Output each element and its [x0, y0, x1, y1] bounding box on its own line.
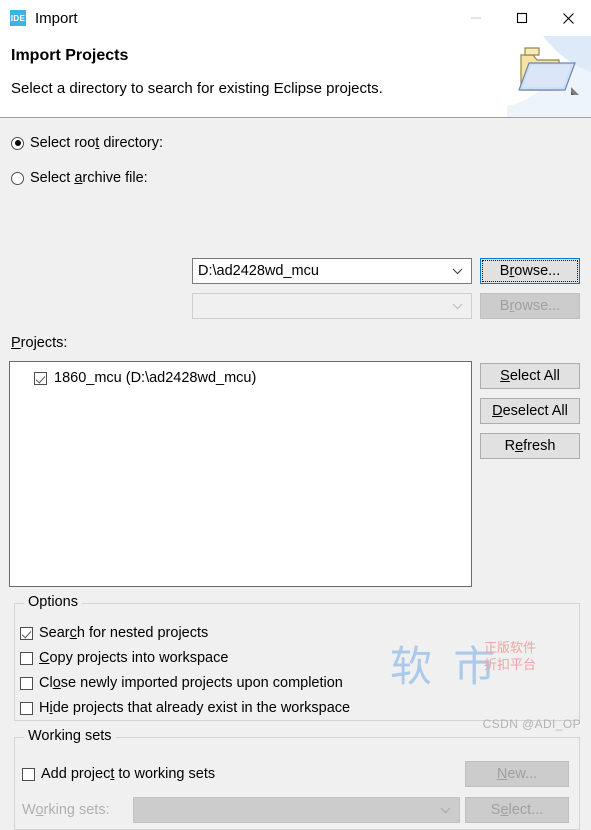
- archive-file-radio-row[interactable]: Select archive file:: [11, 170, 148, 186]
- maximize-button[interactable]: [499, 0, 545, 36]
- close-imported-label: Close newly imported projects upon compl…: [39, 675, 343, 691]
- new-working-set-label: New...: [496, 766, 538, 782]
- working-sets-combo[interactable]: [133, 797, 460, 823]
- list-item[interactable]: 1860_mcu (D:\ad2428wd_mcu): [10, 367, 471, 389]
- select-archive-file-radio[interactable]: [11, 171, 24, 185]
- projects-label: Projects:: [11, 335, 68, 351]
- add-working-sets-checkbox[interactable]: [22, 767, 35, 781]
- chevron-down-icon: [452, 298, 463, 314]
- ide-app-icon: IDE: [10, 10, 26, 26]
- add-working-sets-label: Add project to working sets: [41, 766, 216, 782]
- root-directory-combo[interactable]: D:\ad2428wd_mcu: [192, 258, 472, 284]
- project-label: 1860_mcu (D:\ad2428wd_mcu): [54, 370, 257, 386]
- select-working-set-button[interactable]: Select...: [465, 797, 569, 823]
- projects-list[interactable]: 1860_mcu (D:\ad2428wd_mcu): [9, 361, 472, 587]
- select-root-directory-radio[interactable]: [11, 136, 24, 150]
- refresh-button[interactable]: Refresh: [480, 433, 580, 459]
- archive-file-combo[interactable]: [192, 293, 472, 319]
- option-close-imported-row[interactable]: Close newly imported projects upon compl…: [20, 675, 343, 691]
- hide-existing-checkbox[interactable]: [20, 701, 33, 715]
- page-title: Import Projects: [11, 47, 129, 64]
- deselect-all-label: Deselect All: [492, 403, 568, 419]
- add-project-to-working-sets-row[interactable]: Add project to working sets: [22, 766, 215, 782]
- root-directory-value: D:\ad2428wd_mcu: [198, 263, 319, 279]
- select-working-set-label: Select...: [490, 802, 544, 818]
- search-nested-checkbox[interactable]: [20, 626, 33, 640]
- window-title: Import: [35, 9, 78, 27]
- window-controls: [453, 0, 591, 36]
- close-button[interactable]: [545, 0, 591, 36]
- option-hide-existing-row[interactable]: Hide projects that already exist in the …: [20, 700, 350, 716]
- browse-archive-file-button[interactable]: Browse...: [480, 293, 580, 319]
- dialog-header: Import Projects Select a directory to se…: [0, 36, 591, 118]
- copy-projects-checkbox[interactable]: [20, 651, 33, 665]
- dialog-body: Select root directory: D:\ad2428wd_mcu B…: [0, 118, 591, 830]
- browse-root-directory-button[interactable]: Browse...: [480, 258, 580, 284]
- close-imported-checkbox[interactable]: [20, 676, 33, 690]
- watermark-credit: CSDN @ADI_OP: [482, 717, 581, 731]
- browse-root-label: Browse...: [499, 263, 561, 279]
- deselect-all-button[interactable]: Deselect All: [480, 398, 580, 424]
- select-all-button[interactable]: Select All: [480, 363, 580, 389]
- refresh-label: Refresh: [504, 438, 556, 454]
- options-group-title: Options: [24, 594, 82, 610]
- title-bar: IDE Import: [0, 0, 591, 36]
- hide-existing-label: Hide projects that already exist in the …: [39, 700, 351, 716]
- copy-projects-label: Copy projects into workspace: [39, 650, 229, 666]
- minimize-button[interactable]: [453, 0, 499, 36]
- option-copy-projects-row[interactable]: Copy projects into workspace: [20, 650, 228, 666]
- root-directory-radio-row[interactable]: Select root directory:: [11, 135, 163, 151]
- working-sets-group-title: Working sets: [24, 728, 116, 744]
- select-archive-file-label: Select archive file:: [30, 170, 148, 186]
- new-working-set-button[interactable]: New...: [465, 761, 569, 787]
- option-search-nested-row[interactable]: Search for nested projects: [20, 625, 208, 641]
- search-nested-label: Search for nested projects: [39, 625, 209, 641]
- browse-archive-label: Browse...: [499, 298, 561, 314]
- select-all-label: Select All: [500, 368, 560, 384]
- open-folder-icon: [507, 36, 591, 117]
- working-sets-combo-label: Working sets:: [22, 802, 110, 818]
- select-root-directory-label: Select root directory:: [30, 135, 163, 151]
- page-subtitle: Select a directory to search for existin…: [11, 80, 383, 97]
- project-checkbox[interactable]: [34, 371, 47, 385]
- chevron-down-icon: [440, 802, 451, 818]
- chevron-down-icon: [452, 263, 463, 279]
